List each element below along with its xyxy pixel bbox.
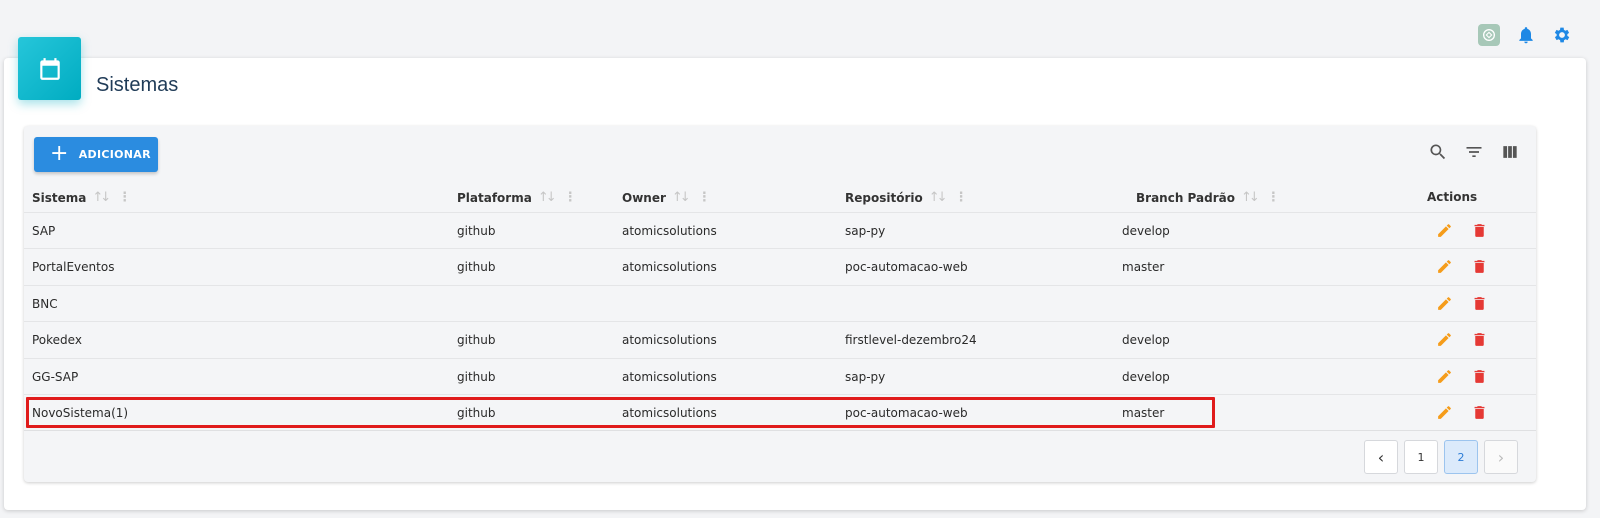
cell-sistema: PortalEventos bbox=[32, 260, 115, 275]
delete-icon[interactable] bbox=[1471, 368, 1488, 385]
column-header-plataforma[interactable]: Plataforma ↑↓ ⋮ bbox=[457, 190, 577, 205]
bell-icon[interactable] bbox=[1516, 25, 1536, 45]
cell-plataforma: github bbox=[457, 260, 496, 275]
cell-plataforma: github bbox=[457, 333, 496, 348]
cell-sistema: GG-SAP bbox=[32, 369, 79, 384]
row-actions bbox=[1436, 258, 1488, 275]
next-page-button[interactable]: › bbox=[1484, 440, 1518, 474]
add-button[interactable]: + ADICIONAR bbox=[34, 137, 158, 172]
edit-icon[interactable] bbox=[1436, 368, 1453, 385]
cell-branch: master bbox=[1122, 405, 1165, 420]
edit-icon[interactable] bbox=[1436, 222, 1453, 239]
sort-icon[interactable]: ↑↓ bbox=[672, 190, 691, 205]
column-menu-icon[interactable]: ⋮ bbox=[1267, 190, 1280, 205]
table-row[interactable]: SAP github atomicsolutions sap-py develop bbox=[24, 212, 1536, 248]
delete-icon[interactable] bbox=[1471, 295, 1488, 312]
delete-icon[interactable] bbox=[1471, 258, 1488, 275]
cell-plataforma: github bbox=[457, 224, 496, 238]
table-panel: + ADICIONAR Sistema ↑↓ ⋮ Plataforma ↑↓ ⋮… bbox=[24, 126, 1536, 482]
gear-icon[interactable] bbox=[1552, 25, 1572, 45]
cell-plataforma: github bbox=[457, 369, 496, 384]
page-title: Sistemas bbox=[96, 74, 179, 96]
row-actions bbox=[1436, 222, 1488, 239]
delete-icon[interactable] bbox=[1471, 404, 1488, 421]
table-row[interactable]: NovoSistema(1) github atomicsolutions poc-a… bbox=[24, 393, 1536, 430]
cell-repositorio: poc-automacao-web bbox=[845, 405, 968, 420]
row-actions bbox=[1436, 331, 1488, 348]
calendar-icon bbox=[39, 57, 60, 80]
cell-sistema: Pokedex bbox=[32, 333, 82, 348]
plus-icon: + bbox=[50, 140, 69, 166]
page-badge bbox=[18, 37, 81, 100]
edit-icon[interactable] bbox=[1436, 331, 1453, 348]
cell-repositorio: sap-py bbox=[845, 369, 886, 384]
page-button-2[interactable]: 2 bbox=[1444, 440, 1478, 474]
columns-icon[interactable] bbox=[1500, 142, 1520, 162]
edit-icon[interactable] bbox=[1436, 295, 1453, 312]
add-button-label: ADICIONAR bbox=[78, 148, 151, 161]
column-label: Branch Padrão bbox=[1136, 190, 1235, 205]
table-row[interactable]: PortalEventos github atomicsolutions poc-au… bbox=[24, 248, 1536, 284]
table-row[interactable]: Pokedex github atomicsolutions firstlevel-d… bbox=[24, 321, 1536, 357]
cell-sistema: SAP bbox=[32, 224, 56, 238]
column-header-actions: Actions bbox=[1427, 190, 1477, 204]
prev-page-button[interactable]: ‹ bbox=[1364, 440, 1398, 474]
cell-branch: develop bbox=[1122, 333, 1170, 348]
cell-sistema: BNC bbox=[32, 296, 58, 311]
page-button-1[interactable]: 1 bbox=[1404, 440, 1438, 474]
cell-repositorio: sap-py bbox=[845, 224, 886, 238]
column-label: Actions bbox=[1427, 190, 1478, 204]
delete-icon[interactable] bbox=[1471, 331, 1488, 348]
table-row[interactable]: BNC bbox=[24, 284, 1536, 321]
column-label: Owner bbox=[622, 190, 666, 205]
row-actions bbox=[1436, 404, 1488, 421]
column-label: Plataforma bbox=[457, 190, 532, 205]
cell-repositorio: firstlevel-dezembro24 bbox=[845, 333, 977, 348]
cell-owner: atomicsolutions bbox=[622, 369, 717, 384]
column-header-repositorio[interactable]: Repositório ↑↓ ⋮ bbox=[845, 190, 968, 205]
sort-icon[interactable]: ↑↓ bbox=[92, 190, 111, 205]
cell-branch: develop bbox=[1122, 224, 1170, 238]
cell-repositorio: poc-automacao-web bbox=[845, 260, 968, 275]
column-header-owner[interactable]: Owner ↑↓ ⋮ bbox=[622, 190, 711, 205]
column-menu-icon[interactable]: ⋮ bbox=[698, 190, 711, 205]
row-actions bbox=[1436, 368, 1488, 385]
column-label: Sistema bbox=[32, 190, 87, 205]
column-header-sistema[interactable]: Sistema ↑↓ ⋮ bbox=[32, 190, 131, 205]
delete-icon[interactable] bbox=[1471, 222, 1488, 239]
pagination: ‹ 1 2 › bbox=[1364, 440, 1518, 474]
table-toolbar bbox=[1428, 142, 1520, 162]
cell-owner: atomicsolutions bbox=[622, 260, 717, 275]
row-actions bbox=[1436, 295, 1488, 312]
main-card: Sistemas + ADICIONAR Sistema ↑↓ ⋮ Plataf… bbox=[4, 58, 1586, 510]
sort-icon[interactable]: ↑↓ bbox=[538, 190, 557, 205]
column-menu-icon[interactable]: ⋮ bbox=[955, 190, 968, 205]
cell-owner: atomicsolutions bbox=[622, 333, 717, 348]
ai-assistant-icon[interactable] bbox=[1478, 24, 1500, 46]
cell-owner: atomicsolutions bbox=[622, 405, 717, 420]
cell-owner: atomicsolutions bbox=[622, 224, 717, 238]
filter-icon[interactable] bbox=[1464, 142, 1484, 162]
table-header: Sistema ↑↓ ⋮ Plataforma ↑↓ ⋮ Owner ↑↓ ⋮ … bbox=[24, 184, 1536, 212]
column-header-branch[interactable]: Branch Padrão ↑↓ ⋮ bbox=[1136, 190, 1280, 205]
column-label: Repositório bbox=[845, 190, 923, 205]
search-icon[interactable] bbox=[1428, 142, 1448, 162]
column-menu-icon[interactable]: ⋮ bbox=[118, 190, 131, 205]
cell-plataforma: github bbox=[457, 405, 496, 420]
sort-icon[interactable]: ↑↓ bbox=[1241, 190, 1260, 205]
sort-icon[interactable]: ↑↓ bbox=[929, 190, 948, 205]
pager-divider bbox=[24, 430, 1536, 431]
edit-icon[interactable] bbox=[1436, 258, 1453, 275]
cell-sistema: NovoSistema(1) bbox=[32, 405, 129, 420]
topbar-icons bbox=[1478, 24, 1572, 46]
column-menu-icon[interactable]: ⋮ bbox=[564, 190, 577, 205]
table-row[interactable]: GG-SAP github atomicsolutions sap-py develop bbox=[24, 357, 1536, 394]
edit-icon[interactable] bbox=[1436, 404, 1453, 421]
cell-branch: master bbox=[1122, 260, 1165, 275]
cell-branch: develop bbox=[1122, 369, 1170, 384]
table-body: SAP github atomicsolutions sap-py develop Por… bbox=[24, 212, 1536, 430]
